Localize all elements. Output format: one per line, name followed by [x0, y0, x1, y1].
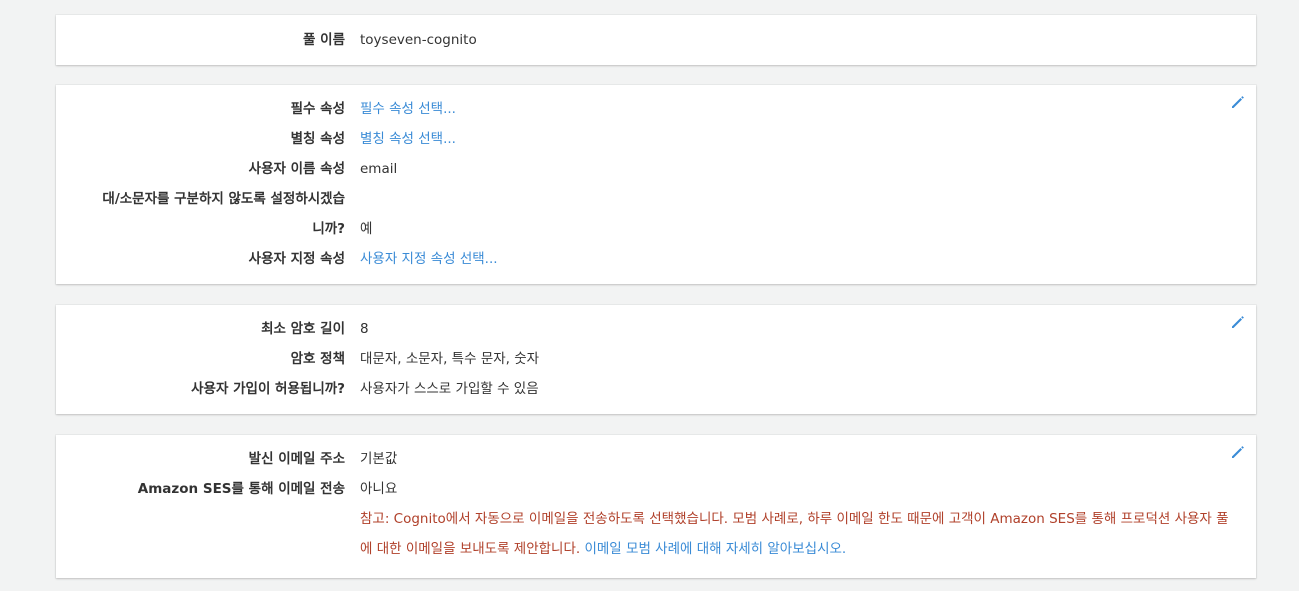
case-sensitivity-label-2: 니까? [312, 221, 345, 237]
pool-name-row: 풀 이름 toyseven-cognito [56, 25, 1256, 55]
user-signup-value: 사용자가 스스로 가입할 수 있음 [360, 381, 539, 397]
password-policy-row: 암호 정책 대문자, 소문자, 특수 문자, 숫자 [56, 344, 1256, 374]
ses-note-row: 참고: Cognito에서 자동으로 이메일을 전송하도록 선택했습니다. 모범… [56, 504, 1256, 566]
min-password-length-label: 최소 암호 길이 [261, 321, 345, 337]
ses-value: 아니요 [360, 481, 398, 497]
email-best-practices-link[interactable]: 이메일 모범 사례에 대해 자세히 알아보십시오. [584, 541, 846, 557]
username-attributes-value: email [360, 161, 398, 177]
from-email-label: 발신 이메일 주소 [248, 451, 345, 467]
password-policy-label: 암호 정책 [290, 351, 345, 367]
attributes-card: 필수 속성 필수 속성 선택... 별칭 속성 별칭 속성 선택... 사용자 … [56, 85, 1256, 284]
min-password-length-row: 최소 암호 길이 8 [56, 314, 1256, 344]
min-password-length-value: 8 [360, 321, 369, 337]
case-sensitivity-row-2: 니까? 예 [56, 214, 1256, 244]
alias-attributes-link[interactable]: 별칭 속성 선택... [360, 124, 456, 154]
from-email-value: 기본값 [360, 451, 398, 467]
custom-attributes-row: 사용자 지정 속성 사용자 지정 속성 선택... [56, 244, 1256, 274]
required-attributes-label: 필수 속성 [290, 101, 345, 117]
from-email-row: 발신 이메일 주소 기본값 [56, 444, 1256, 474]
user-signup-row: 사용자 가입이 허용됩니까? 사용자가 스스로 가입할 수 있음 [56, 374, 1256, 404]
pool-name-card: 풀 이름 toyseven-cognito [56, 15, 1256, 65]
case-sensitivity-label-1: 대/소문자를 구분하지 않도록 설정하시겠습 [102, 191, 345, 207]
ses-note: 참고: Cognito에서 자동으로 이메일을 전송하도록 선택했습니다. 모범… [360, 504, 1240, 564]
username-attributes-label: 사용자 이름 속성 [248, 161, 345, 177]
email-settings-card: 발신 이메일 주소 기본값 Amazon SES를 통해 이메일 전송 아니요 … [56, 435, 1256, 578]
case-sensitivity-value: 예 [360, 221, 373, 237]
custom-attributes-label: 사용자 지정 속성 [248, 251, 345, 267]
custom-attributes-link[interactable]: 사용자 지정 속성 선택... [360, 244, 498, 274]
pool-name-label: 풀 이름 [303, 32, 345, 48]
user-signup-label: 사용자 가입이 허용됩니까? [191, 381, 345, 397]
required-attributes-link[interactable]: 필수 속성 선택... [360, 94, 456, 124]
alias-attributes-label: 별칭 속성 [290, 131, 345, 147]
username-attributes-row: 사용자 이름 속성 email [56, 154, 1256, 184]
alias-attributes-row: 별칭 속성 별칭 속성 선택... [56, 124, 1256, 154]
case-sensitivity-row-1: 대/소문자를 구분하지 않도록 설정하시겠습 [56, 184, 1256, 214]
pool-name-value: toyseven-cognito [360, 32, 477, 48]
ses-label: Amazon SES를 통해 이메일 전송 [137, 481, 345, 497]
required-attributes-row: 필수 속성 필수 속성 선택... [56, 94, 1256, 124]
password-policy-value: 대문자, 소문자, 특수 문자, 숫자 [360, 351, 540, 367]
password-policy-card: 최소 암호 길이 8 암호 정책 대문자, 소문자, 특수 문자, 숫자 사용자… [56, 305, 1256, 414]
ses-row: Amazon SES를 통해 이메일 전송 아니요 [56, 474, 1256, 504]
